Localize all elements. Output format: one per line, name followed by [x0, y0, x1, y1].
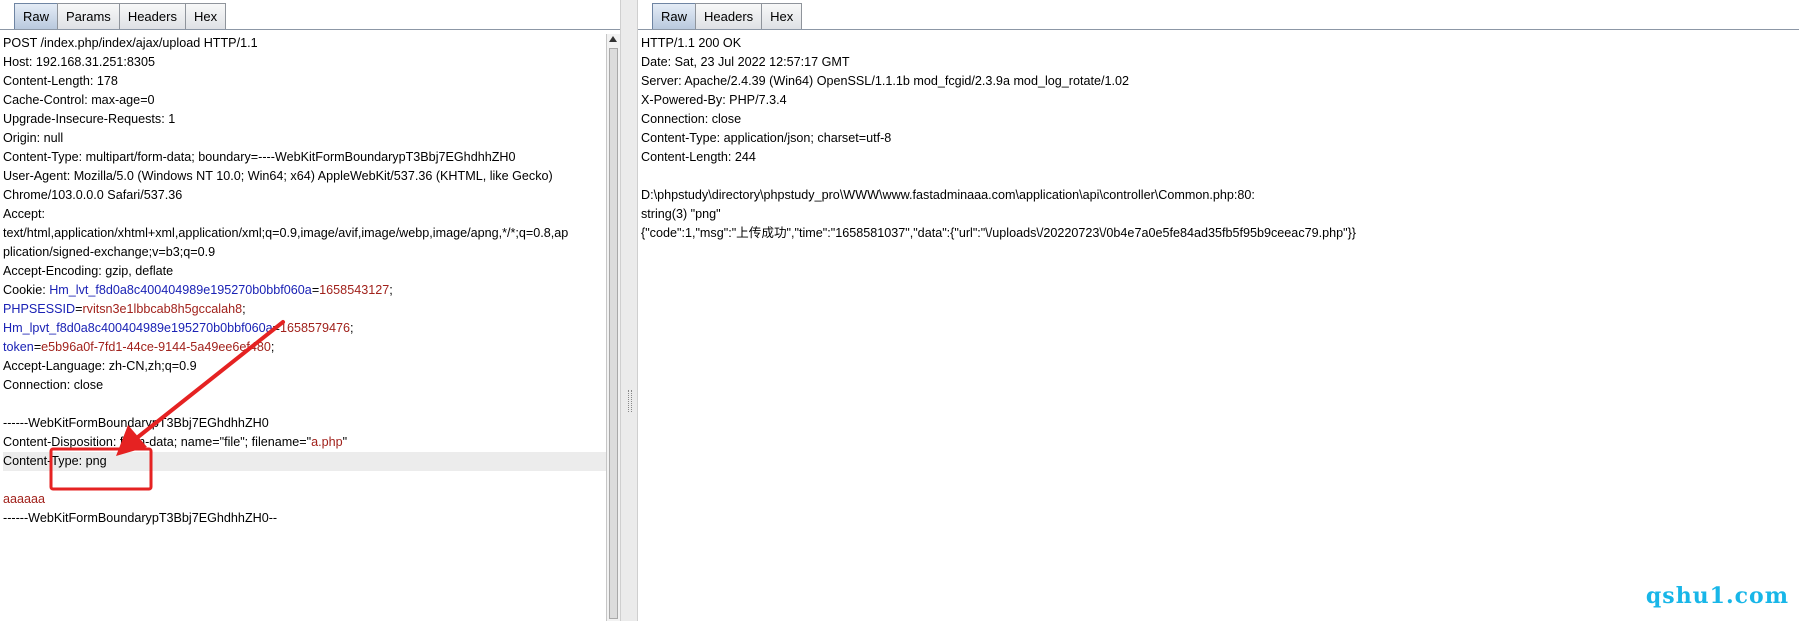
- request-line: Content-Length: 178: [3, 72, 606, 91]
- cookie-value: rvitsn3e1lbbcab8h5gccalah8: [82, 302, 243, 316]
- request-line: Content-Disposition: form-data; name="fi…: [3, 433, 606, 452]
- request-line: ------WebKitFormBoundarypT3Bbj7EGhdhhZH0: [3, 414, 606, 433]
- request-line-text: plication/signed-exchange;v=b3;q=0.9: [3, 245, 216, 259]
- response-editor[interactable]: HTTP/1.1 200 OK Date: Sat, 23 Jul 2022 12…: [641, 34, 1799, 243]
- request-line-text: Content-Length: 178: [3, 74, 118, 88]
- request-line-text: Content-Type: multipart/form-data; bound…: [3, 150, 516, 164]
- response-tab-headers[interactable]: Headers: [695, 3, 763, 29]
- request-line: text/html,application/xhtml+xml,applicat…: [3, 224, 606, 243]
- request-line-text: Cookie:: [3, 283, 50, 297]
- request-line: token=e5b96a0f-7fd1-44ce-9144-5a49ee6ef4…: [3, 338, 606, 357]
- watermark: qshu1.com: [1645, 583, 1789, 609]
- request-line: Content-Type: multipart/form-data; bound…: [3, 148, 606, 167]
- cookie-value: e5b96a0f-7fd1-44ce-9144-5a49ee6ef480: [41, 340, 271, 354]
- response-tab-raw[interactable]: Raw: [652, 3, 697, 29]
- request-line: Hm_lpvt_f8d0a8c400404989e195270b0bbf060a…: [3, 319, 606, 338]
- filename-value: a.php: [311, 435, 343, 449]
- response-line: X-Powered-By: PHP/7.3.4: [641, 93, 787, 107]
- response-line: Content-Type: application/json; charset=…: [641, 131, 892, 145]
- cookie-key: PHPSESSID: [3, 302, 76, 316]
- request-line: ------WebKitFormBoundarypT3Bbj7EGhdhhZH0…: [3, 509, 606, 528]
- response-line: HTTP/1.1 200 OK: [641, 36, 742, 50]
- request-line: Host: 192.168.31.251:8305: [3, 53, 606, 72]
- response-line: Server: Apache/2.4.39 (Win64) OpenSSL/1.…: [641, 74, 1129, 88]
- cookie-eq: =: [272, 321, 280, 335]
- quote: ": [342, 435, 348, 449]
- request-line-text: aaaaaa: [3, 492, 46, 506]
- request-line: Cache-Control: max-age=0: [3, 91, 606, 110]
- response-line: Connection: close: [641, 112, 742, 126]
- request-tab-hex[interactable]: Hex: [184, 3, 227, 29]
- request-line-text: text/html,application/xhtml+xml,applicat…: [3, 226, 569, 240]
- request-line-text: ------WebKitFormBoundarypT3Bbj7EGhdhhZH0: [3, 416, 269, 430]
- request-line: Content-Type: png: [3, 452, 606, 471]
- request-line-text: Chrome/103.0.0.0 Safari/537.36: [3, 188, 183, 202]
- request-tabbar: Raw Params Headers Hex: [0, 0, 620, 30]
- response-tab-hex[interactable]: Hex: [761, 3, 803, 29]
- cookie-sep: ;: [270, 340, 275, 354]
- response-line: string(3) "png": [641, 207, 721, 221]
- response-line: {"code":1,"msg":"上传成功","time":"165858103…: [641, 226, 1357, 240]
- request-line: [3, 471, 606, 490]
- request-line: Accept-Encoding: gzip, deflate: [3, 262, 606, 281]
- request-pane: Raw Params Headers Hex POST /index.php/inde…: [0, 0, 620, 621]
- cookie-value: 1658579476: [279, 321, 351, 335]
- cookie-sep: ;: [242, 302, 246, 316]
- request-tabs: Raw Params Headers Hex: [14, 3, 227, 29]
- request-line: Accept-Language: zh-CN,zh;q=0.9: [3, 357, 606, 376]
- request-line-text: Upgrade-Insecure-Requests: 1: [3, 112, 176, 126]
- request-line-text: POST /index.php/index/ajax/upload HTTP/1…: [3, 36, 258, 50]
- request-line-text: Accept:: [3, 207, 45, 221]
- request-line-text: Content-Type: png: [3, 454, 107, 468]
- request-line: Connection: close: [3, 376, 606, 395]
- request-line-text: Content-Disposition: form-data; name="fi…: [3, 435, 312, 449]
- request-line-text: Cache-Control: max-age=0: [3, 93, 155, 107]
- request-editor[interactable]: POST /index.php/index/ajax/upload HTTP/1…: [3, 34, 606, 528]
- response-line: D:\phpstudy\directory\phpstudy_pro\WWW\w…: [641, 188, 1255, 202]
- request-line: aaaaaa: [3, 490, 606, 509]
- request-line-text: User-Agent: Mozilla/5.0 (Windows NT 10.0…: [3, 169, 553, 183]
- request-tab-raw[interactable]: Raw: [14, 3, 59, 29]
- cookie-key: Hm_lvt_f8d0a8c400404989e195270b0bbf060a: [49, 283, 312, 297]
- request-tab-headers[interactable]: Headers: [118, 3, 186, 29]
- request-line-text: Origin: null: [3, 131, 64, 145]
- request-line: Cookie: Hm_lvt_f8d0a8c400404989e195270b0…: [3, 281, 606, 300]
- request-line-text: Accept-Encoding: gzip, deflate: [3, 264, 174, 278]
- splitter-grip-icon[interactable]: [628, 390, 632, 412]
- response-line: [641, 167, 1799, 186]
- response-tabbar: Raw Headers Hex: [638, 0, 1799, 30]
- request-line-text: Accept-Language: zh-CN,zh;q=0.9: [3, 359, 197, 373]
- cookie-value: 1658543127: [319, 283, 390, 297]
- request-line: [3, 395, 606, 414]
- response-line: Date: Sat, 23 Jul 2022 12:57:17 GMT: [641, 55, 850, 69]
- request-tab-params[interactable]: Params: [57, 3, 120, 29]
- request-line: Upgrade-Insecure-Requests: 1: [3, 110, 606, 129]
- response-pane: Raw Headers Hex HTTP/1.1 200 OK Date: Sat, …: [638, 0, 1799, 621]
- pane-splitter[interactable]: [620, 0, 638, 621]
- request-line-text: Host: 192.168.31.251:8305: [3, 55, 155, 69]
- request-line: Accept:: [3, 205, 606, 224]
- request-scrollbar[interactable]: [606, 34, 620, 621]
- request-line: User-Agent: Mozilla/5.0 (Windows NT 10.0…: [3, 167, 606, 186]
- cookie-sep: ;: [389, 283, 393, 297]
- request-line-text: ------WebKitFormBoundarypT3Bbj7EGhdhhZH0…: [3, 511, 278, 525]
- cookie-key: Hm_lpvt_f8d0a8c400404989e195270b0bbf060a: [3, 321, 273, 335]
- request-line: PHPSESSID=rvitsn3e1lbbcab8h5gccalah8;: [3, 300, 606, 319]
- cookie-sep: ;: [350, 321, 354, 335]
- request-line-text: Connection: close: [3, 378, 104, 392]
- request-line: plication/signed-exchange;v=b3;q=0.9: [3, 243, 606, 262]
- response-tabs: Raw Headers Hex: [652, 3, 803, 29]
- cookie-key: token: [3, 340, 34, 354]
- request-line: Origin: null: [3, 129, 606, 148]
- response-line: Content-Length: 244: [641, 150, 756, 164]
- request-line: Chrome/103.0.0.0 Safari/537.36: [3, 186, 606, 205]
- scroll-thumb[interactable]: [609, 48, 618, 619]
- request-line: POST /index.php/index/ajax/upload HTTP/1…: [3, 34, 606, 53]
- scroll-up-arrow-icon[interactable]: [609, 36, 617, 42]
